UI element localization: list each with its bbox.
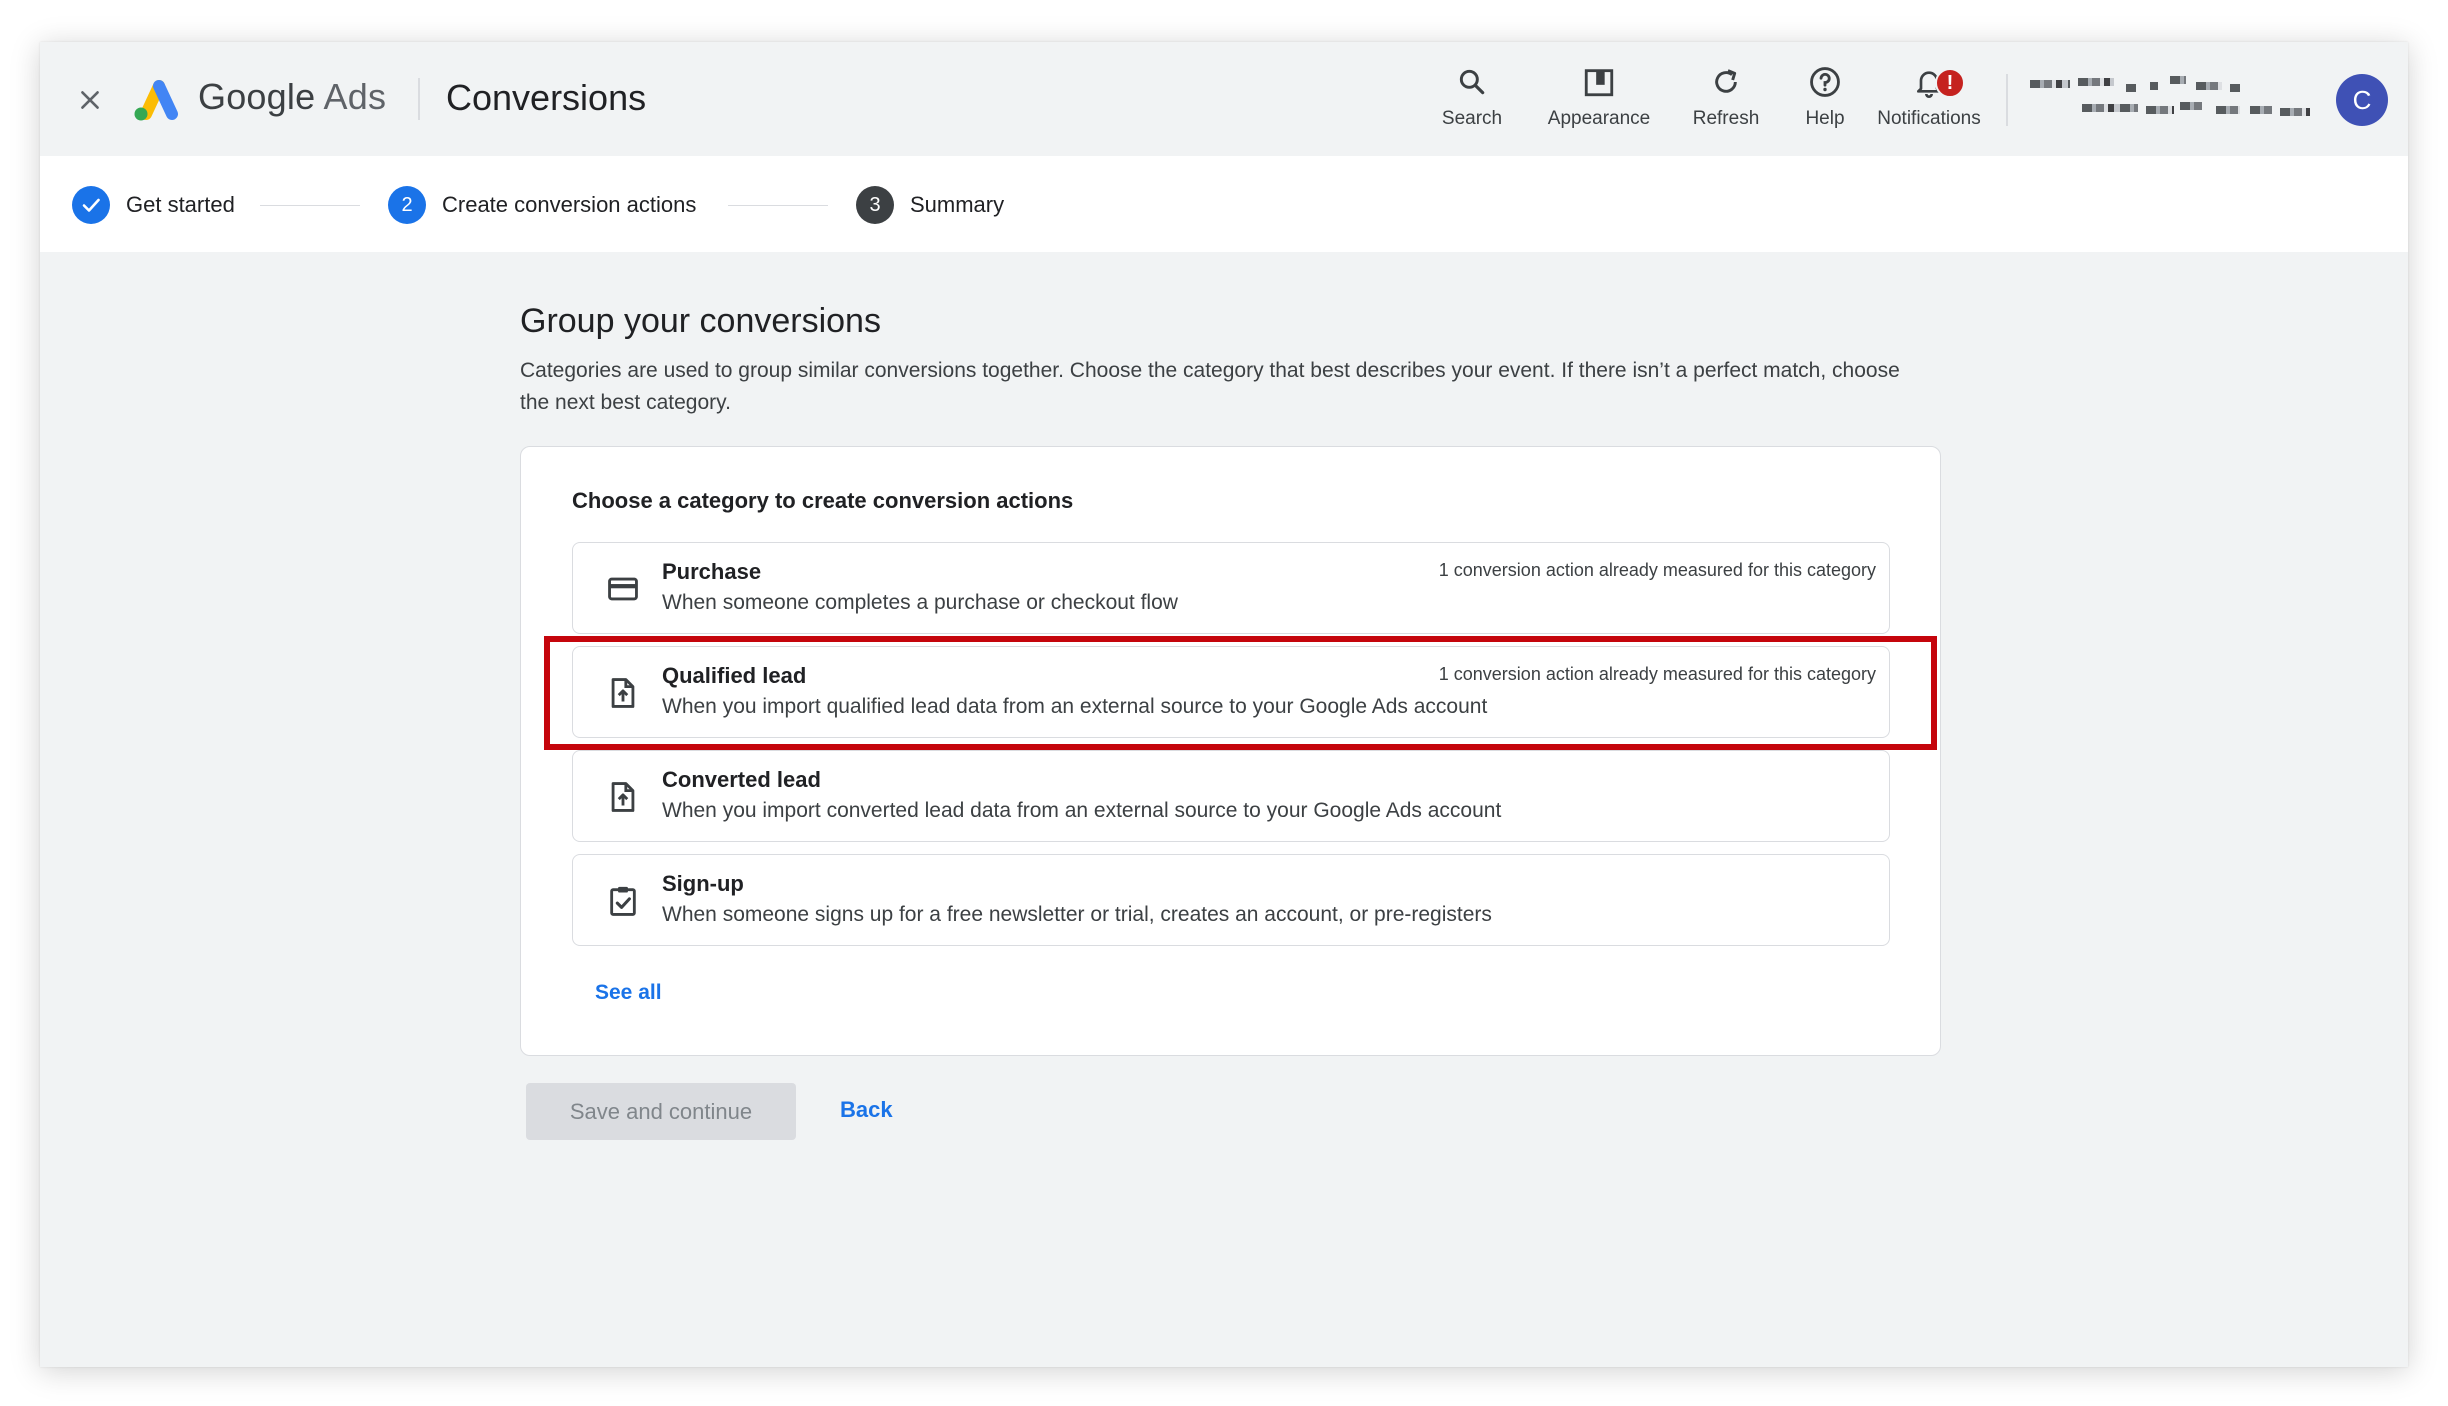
check-icon <box>82 198 100 212</box>
top-bar: Google Ads Conversions Search Appearance… <box>40 42 2408 156</box>
section-title: Group your conversions <box>520 302 881 340</box>
option-title: Converted lead <box>662 767 821 792</box>
category-option-converted-lead[interactable]: Converted lead When you import converted… <box>572 750 1890 842</box>
refresh-icon <box>1706 62 1746 102</box>
save-and-continue-button[interactable]: Save and continue <box>526 1083 796 1140</box>
category-card: Choose a category to create conversion a… <box>520 446 1941 1056</box>
step-connector <box>728 205 828 206</box>
help-icon <box>1805 62 1845 102</box>
step-done-indicator <box>72 186 110 224</box>
step-create-conversion-actions: 2 Create conversion actions <box>388 186 696 224</box>
see-all-link[interactable]: See all <box>595 981 662 1005</box>
credit-card-icon <box>603 569 643 609</box>
product-name-google: Google <box>198 76 316 117</box>
avatar[interactable]: C <box>2336 74 2388 126</box>
search-button[interactable]: Search <box>1432 60 1512 140</box>
appearance-icon <box>1579 62 1619 102</box>
option-title: Sign-up <box>662 871 744 896</box>
header-divider <box>418 78 420 120</box>
appearance-button[interactable]: Appearance <box>1534 60 1664 140</box>
product-name-ads: Ads <box>323 76 387 117</box>
option-description: When someone completes a purchase or che… <box>662 591 1178 614</box>
option-title: Qualified lead <box>662 663 807 688</box>
refresh-label: Refresh <box>1692 108 1760 129</box>
step-summary: 3 Summary <box>856 186 1004 224</box>
card-heading: Choose a category to create conversion a… <box>572 488 1074 513</box>
category-option-qualified-lead[interactable]: Qualified lead When you import qualified… <box>572 646 1890 738</box>
step-connector <box>260 205 360 206</box>
search-label: Search <box>1441 108 1503 129</box>
step-number: 3 <box>856 186 894 224</box>
google-ads-logo <box>134 80 178 121</box>
option-title: Purchase <box>662 559 762 584</box>
refresh-button[interactable]: Refresh <box>1676 60 1776 140</box>
clipboard-check-icon <box>603 881 643 921</box>
category-option-sign-up[interactable]: Sign-up When someone signs up for a free… <box>572 854 1890 946</box>
close-icon <box>81 91 99 109</box>
main-section: Group your conversions Categories are us… <box>520 302 1945 419</box>
option-description: When you import converted lead data from… <box>662 799 1502 822</box>
step-number: 2 <box>388 186 426 224</box>
option-note: 1 conversion action already measured for… <box>1438 664 1876 684</box>
section-description: Categories are used to group similar con… <box>520 359 1900 414</box>
file-upload-icon <box>603 777 643 817</box>
file-upload-icon <box>603 673 643 713</box>
step-label: Get started <box>126 192 235 217</box>
page-title: Conversions <box>446 77 647 118</box>
notification-badge: ! <box>1935 68 1965 98</box>
notifications-label: Notifications <box>1877 108 1981 129</box>
search-icon <box>1452 62 1492 102</box>
notifications-button[interactable]: ! Notifications <box>1864 60 1994 140</box>
step-get-started: Get started <box>72 186 235 224</box>
help-label: Help <box>1805 108 1845 129</box>
stepper: Get started 2 Create conversion actions … <box>40 156 2408 252</box>
step-label: Create conversion actions <box>442 192 697 217</box>
product-name: Google Ads <box>198 76 386 118</box>
category-option-purchase[interactable]: Purchase When someone completes a purcha… <box>572 542 1890 634</box>
help-button[interactable]: Help <box>1790 60 1860 140</box>
option-description: When someone signs up for a free newslet… <box>662 903 1492 926</box>
account-info-redacted[interactable] <box>2030 70 2330 130</box>
header-divider <box>2006 74 2008 126</box>
back-button[interactable]: Back <box>840 1097 893 1123</box>
option-note: 1 conversion action already measured for… <box>1438 560 1876 580</box>
appearance-label: Appearance <box>1547 108 1651 129</box>
step-label: Summary <box>910 192 1005 217</box>
close-button[interactable] <box>68 78 112 122</box>
option-description: When you import qualified lead data from… <box>662 695 1488 718</box>
app-window: Google Ads Conversions Search Appearance… <box>40 42 2408 1367</box>
